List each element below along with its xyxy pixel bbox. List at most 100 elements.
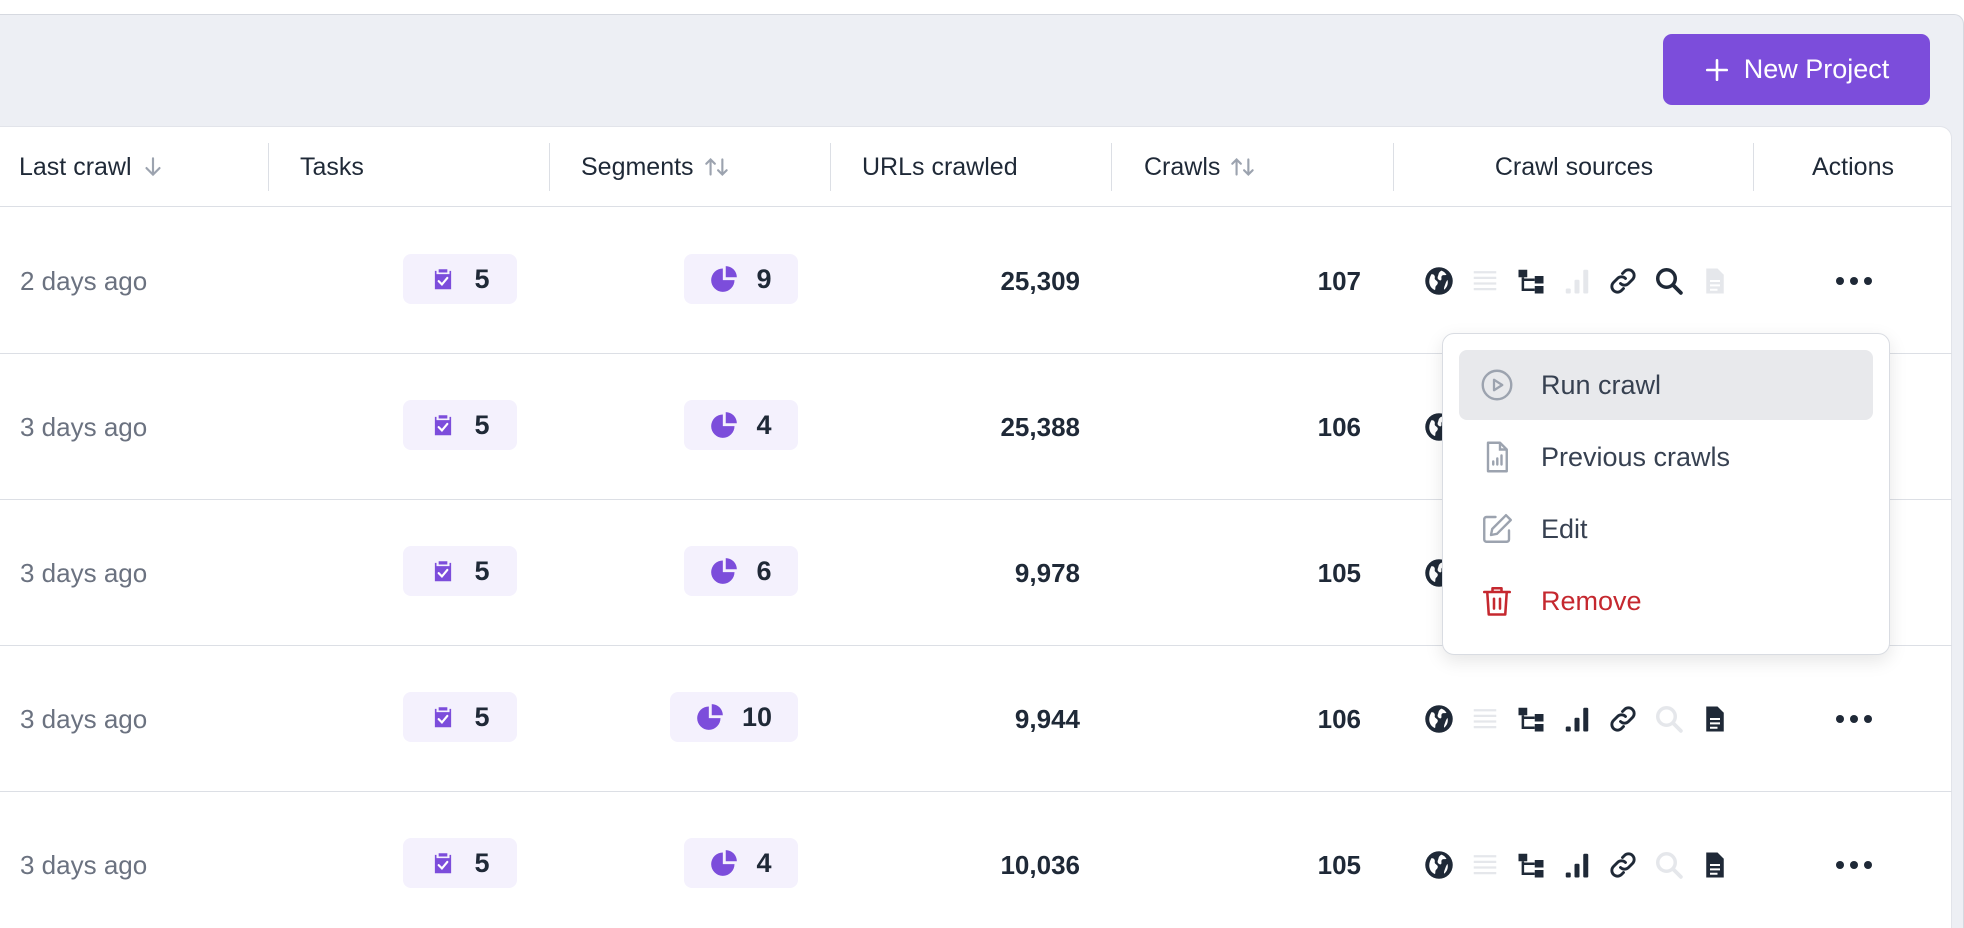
pie-chart-icon	[697, 704, 723, 730]
column-crawl-sources: Crawl sources	[1394, 127, 1754, 207]
column-divider[interactable]	[549, 143, 550, 191]
segments-badge[interactable]: 6	[684, 546, 798, 596]
column-actions: Actions	[1754, 127, 1952, 207]
pie-chart-icon	[711, 266, 738, 292]
menu-item-remove-label: Remove	[1541, 585, 1642, 616]
segments-count: 10	[741, 701, 773, 732]
table-row[interactable]: 3 days ago 5 4 10,036 105	[0, 792, 1952, 928]
clipboard-check-icon	[435, 853, 452, 874]
column-crawls-label: Crawls	[1144, 152, 1221, 181]
urls-crawled-cell: 25,388	[1000, 411, 1080, 442]
backlinks-link-icon	[1608, 704, 1638, 734]
row-actions-button[interactable]	[1829, 792, 1879, 928]
last-crawl-cell: 3 days ago	[20, 849, 148, 880]
website-globe-icon	[1424, 850, 1454, 880]
column-divider[interactable]	[1111, 143, 1112, 191]
document-icon	[1700, 850, 1730, 880]
sitemap-tree-icon	[1516, 850, 1546, 880]
segments-count: 4	[756, 847, 772, 878]
search-console-icon	[1654, 704, 1684, 734]
last-crawl-cell: 3 days ago	[20, 411, 148, 442]
crawls-cell: 106	[1317, 411, 1361, 442]
clipboard-check-icon	[435, 269, 452, 290]
sitemap-tree-icon	[1516, 266, 1546, 296]
tasks-badge[interactable]: 5	[403, 692, 517, 742]
column-divider[interactable]	[268, 143, 269, 191]
column-last-crawl-label: Last crawl	[19, 152, 132, 181]
segments-badge[interactable]: 9	[684, 254, 798, 304]
list-icon	[1470, 850, 1500, 880]
crawl-sources-cell	[1424, 646, 1730, 792]
crawls-cell: 106	[1317, 703, 1361, 734]
segments-badge[interactable]: 4	[684, 400, 798, 450]
segments-count: 9	[756, 263, 772, 294]
crawl-sources-cell	[1424, 792, 1730, 928]
more-horizontal-icon	[1836, 715, 1872, 723]
tasks-count: 5	[474, 701, 490, 732]
backlinks-link-icon	[1608, 266, 1638, 296]
column-actions-label: Actions	[1812, 152, 1894, 181]
urls-crawled-cell: 9,978	[1014, 557, 1080, 588]
segments-badge[interactable]: 10	[670, 692, 798, 742]
crawls-cell: 105	[1317, 849, 1361, 880]
table-row[interactable]: 3 days ago 5 10 9,944 106	[0, 646, 1952, 792]
website-globe-icon	[1424, 704, 1454, 734]
column-urls-crawled: URLs crawled	[862, 127, 1018, 207]
urls-crawled-cell: 10,036	[1000, 849, 1080, 880]
tasks-badge[interactable]: 5	[403, 254, 517, 304]
clipboard-check-icon	[435, 707, 452, 728]
tasks-badge[interactable]: 5	[403, 546, 517, 596]
crawls-cell: 105	[1317, 557, 1361, 588]
document-icon	[1700, 704, 1730, 734]
row-actions-button[interactable]	[1829, 646, 1879, 792]
tasks-badge[interactable]: 5	[403, 400, 517, 450]
tasks-count: 5	[474, 555, 490, 586]
column-segments-label: Segments	[581, 152, 694, 181]
plus-icon	[1705, 58, 1728, 81]
menu-item-edit[interactable]: Edit	[1459, 494, 1873, 564]
trash-icon	[1482, 586, 1512, 616]
last-crawl-cell: 2 days ago	[20, 265, 148, 296]
column-tasks-label: Tasks	[300, 152, 364, 181]
clipboard-check-icon	[435, 561, 452, 582]
column-urls-crawled-label: URLs crawled	[862, 152, 1018, 181]
menu-item-previous-crawls-label: Previous crawls	[1541, 441, 1731, 472]
segments-count: 4	[756, 409, 772, 440]
menu-item-run-crawl-label: Run crawl	[1541, 369, 1662, 400]
website-globe-icon	[1424, 266, 1454, 296]
backlinks-link-icon	[1608, 850, 1638, 880]
column-last-crawl[interactable]: Last crawl	[19, 127, 166, 207]
document-icon	[1700, 266, 1730, 296]
menu-item-run-crawl[interactable]: Run crawl	[1459, 350, 1873, 420]
menu-item-previous-crawls[interactable]: Previous crawls	[1459, 422, 1873, 492]
last-crawl-cell: 3 days ago	[20, 557, 148, 588]
row-actions-menu: Run crawl Previous crawls Edit Remove	[1442, 333, 1890, 655]
tasks-count: 5	[474, 263, 490, 294]
segments-count: 6	[756, 555, 772, 586]
sort-down-icon	[144, 157, 161, 177]
clipboard-check-icon	[435, 415, 452, 436]
analytics-bars-icon	[1562, 850, 1592, 880]
column-crawl-sources-label: Crawl sources	[1494, 152, 1654, 181]
more-horizontal-icon	[1836, 277, 1872, 285]
pie-chart-icon	[711, 850, 738, 876]
tasks-count: 5	[474, 409, 490, 440]
column-crawls[interactable]: Crawls	[1144, 127, 1258, 207]
menu-item-remove[interactable]: Remove	[1459, 566, 1873, 636]
sort-both-icon	[704, 157, 728, 177]
last-crawl-cell: 3 days ago	[20, 703, 148, 734]
column-divider[interactable]	[830, 143, 831, 191]
tasks-badge[interactable]: 5	[403, 838, 517, 888]
play-circle-icon	[1481, 369, 1513, 401]
column-segments[interactable]: Segments	[581, 127, 732, 207]
column-tasks: Tasks	[300, 127, 364, 207]
urls-crawled-cell: 25,309	[1000, 265, 1080, 296]
menu-item-edit-label: Edit	[1541, 513, 1588, 544]
list-icon	[1470, 266, 1500, 296]
new-project-button[interactable]: New Project	[1663, 34, 1930, 105]
more-horizontal-icon	[1836, 861, 1872, 869]
report-file-icon	[1486, 441, 1508, 473]
table-header: Last crawl Tasks Segments URLs crawled C…	[0, 127, 1952, 207]
segments-badge[interactable]: 4	[684, 838, 798, 888]
urls-crawled-cell: 9,944	[1014, 703, 1080, 734]
